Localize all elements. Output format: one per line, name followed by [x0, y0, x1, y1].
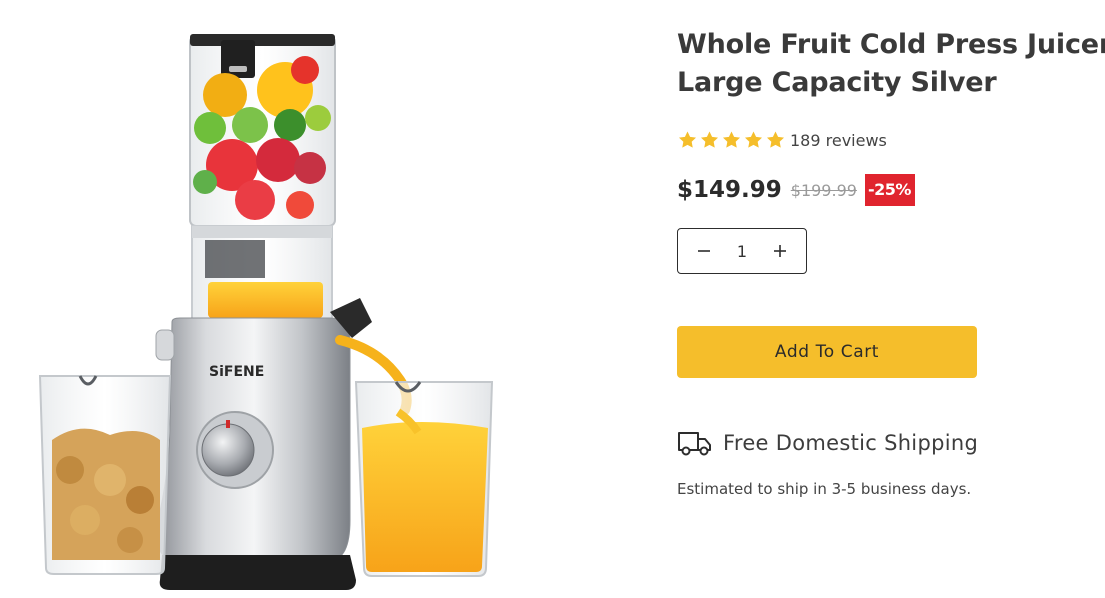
star-icon [723, 131, 740, 148]
shipping-estimate: Estimated to ship in 3-5 business days. [677, 480, 972, 498]
shipping-info: Free Domestic Shipping [677, 426, 978, 460]
product-info: Whole Fruit Cold Press Juicer Large Capa… [677, 26, 1105, 498]
juicer-illustration: SiFENE [38, 34, 494, 590]
discount-badge: -25% [864, 174, 915, 206]
quantity-stepper: 1 [677, 228, 807, 274]
plus-icon [774, 245, 786, 257]
star-icon [679, 131, 696, 148]
quantity-input[interactable]: 1 [727, 242, 757, 261]
product-title-line-1: Whole Fruit Cold Press Juicer [677, 29, 1105, 60]
compare-at-price: $199.99 [790, 180, 857, 200]
quantity-decrease-button[interactable] [692, 239, 716, 263]
product-rating[interactable]: 189 reviews [677, 128, 887, 152]
quantity-increase-button[interactable] [768, 239, 792, 263]
star-icon [767, 131, 784, 148]
shipping-title: Free Domestic Shipping [723, 431, 979, 455]
product-title-line-2: Large Capacity Silver [677, 67, 997, 98]
rating-stars [677, 130, 786, 150]
sale-price: $149.99 [677, 177, 782, 203]
truck-icon [678, 432, 711, 456]
star-icon [701, 131, 718, 148]
product-image: SiFENE [0, 0, 640, 598]
reviews-count-link[interactable]: 189 reviews [790, 131, 887, 150]
price-row: $149.99 $199.99 -25% [677, 172, 915, 208]
add-to-cart-button[interactable]: Add To Cart [677, 326, 977, 378]
product-title: Whole Fruit Cold Press Juicer Large Capa… [677, 26, 1105, 102]
minus-icon [698, 250, 710, 252]
brand-logo: SiFENE [209, 364, 264, 380]
star-icon [745, 131, 762, 148]
